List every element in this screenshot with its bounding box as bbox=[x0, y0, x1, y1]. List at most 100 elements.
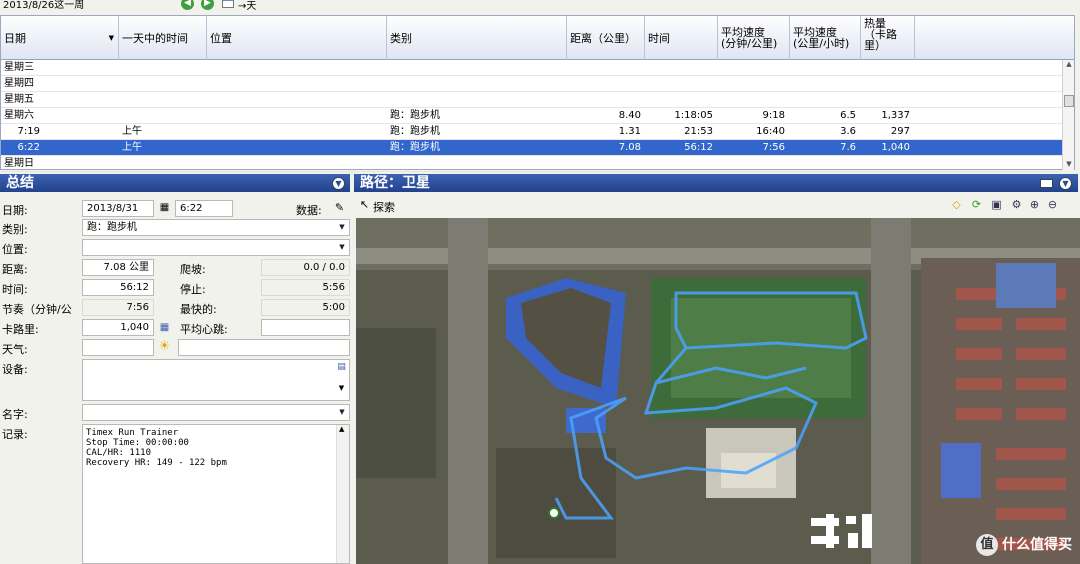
table-row[interactable]: 星期日 bbox=[1, 156, 1062, 172]
table-row[interactable]: 星期三 bbox=[1, 60, 1062, 76]
avg-heart-rate-label: 平均心跳: bbox=[180, 323, 228, 336]
column-header-label: 位置 bbox=[210, 31, 232, 45]
notes-scrollbar[interactable]: ▲ bbox=[336, 425, 349, 563]
table-row[interactable]: 6:22 上午 跑：跑步机 7.08 56:12 7:56 7.6 1,040 bbox=[1, 140, 1062, 156]
table-row[interactable]: 星期五 bbox=[1, 92, 1062, 108]
dropdown-arrow-icon[interactable]: ▼ bbox=[335, 240, 349, 255]
cell-date: 星期五 bbox=[4, 94, 34, 105]
data-label: 数据: bbox=[296, 204, 322, 217]
duration-field[interactable]: 56:12 bbox=[82, 279, 154, 296]
refresh-icon[interactable]: ⟳ bbox=[970, 198, 983, 211]
collapse-route-icon[interactable]: ▼ bbox=[1059, 177, 1072, 190]
cell-distance: 1.31 bbox=[618, 126, 641, 137]
distance-field[interactable]: 7.08 公里 bbox=[82, 259, 154, 276]
category-label: 类别: bbox=[2, 223, 28, 236]
cell-date: 7:19 bbox=[17, 126, 40, 137]
climb-label: 爬坡: bbox=[180, 263, 206, 276]
satellite-imagery bbox=[356, 218, 1080, 564]
scroll-up-icon[interactable]: ▲ bbox=[339, 425, 344, 433]
window-icon[interactable] bbox=[1040, 179, 1053, 188]
next-week-icon[interactable]: ▶ bbox=[201, 0, 214, 10]
collapse-summary-icon[interactable]: ▼ bbox=[332, 177, 345, 190]
stop-label: 停止: bbox=[180, 283, 206, 296]
sort-arrow-icon: ▼ bbox=[108, 34, 114, 42]
cell-distance: 7.08 bbox=[618, 142, 641, 153]
week-label: 2013/8/26这一周 bbox=[3, 0, 85, 11]
column-header-label: 类别 bbox=[390, 31, 412, 45]
sun-icon[interactable]: ☀ bbox=[158, 340, 171, 353]
scroll-down-icon[interactable]: ▼ bbox=[1063, 160, 1075, 170]
weather-field[interactable] bbox=[82, 339, 154, 356]
calculator-icon[interactable]: ▦ bbox=[158, 321, 171, 334]
zoom-out-icon[interactable]: ⊖ bbox=[1046, 198, 1059, 211]
start-time-field[interactable]: 6:22 bbox=[175, 200, 233, 217]
header-line: (分钟/公里) bbox=[721, 37, 778, 50]
cell-speed: 7.6 bbox=[840, 142, 856, 153]
notes-label: 记录: bbox=[2, 428, 28, 441]
pace-label: 节奏（分钟/公 bbox=[2, 303, 72, 316]
scroll-up-icon[interactable]: ▲ bbox=[1063, 60, 1075, 70]
edit-pencil-icon[interactable]: ✎ bbox=[333, 201, 346, 214]
route-title: 路径：卫星 bbox=[360, 175, 430, 191]
date-label: 日期: bbox=[2, 204, 28, 217]
satellite-map[interactable]: 值什么值得买 bbox=[356, 218, 1080, 564]
table-row[interactable]: 7:19 上午 跑：跑步机 1.31 21:53 16:40 3.6 297 bbox=[1, 124, 1062, 140]
column-header-time-of-day[interactable]: 一天中的时间 bbox=[119, 16, 207, 60]
weather-notes-field[interactable] bbox=[178, 339, 350, 356]
zoom-in-icon[interactable]: ⊕ bbox=[1028, 198, 1041, 211]
equipment-field[interactable]: ▤ ▼ bbox=[82, 359, 350, 401]
map-toolbar: ↖ 探索 ◇ ⟳ ▣ ⚙ ⊕ ⊖ bbox=[354, 196, 1080, 216]
dropdown-arrow-icon[interactable]: ▼ bbox=[335, 220, 349, 235]
cell-category: 跑：跑步机 bbox=[390, 110, 440, 121]
previous-week-icon[interactable]: ◀ bbox=[181, 0, 194, 10]
summary-panel-header: 总结 ▼ bbox=[0, 174, 350, 192]
cell-tod: 上午 bbox=[122, 126, 142, 137]
dropdown-arrow-icon[interactable]: ▼ bbox=[335, 405, 349, 420]
name-label: 名字: bbox=[2, 408, 28, 421]
location-select[interactable]: ▼ bbox=[82, 239, 350, 256]
settings-icon[interactable]: ⚙ bbox=[1010, 198, 1023, 211]
header-line: 里） bbox=[864, 39, 886, 52]
explore-label[interactable]: 探索 bbox=[373, 199, 395, 215]
cell-time: 21:53 bbox=[684, 126, 713, 137]
cell-category: 跑：跑步机 bbox=[390, 142, 440, 153]
column-header-date[interactable]: 日期 ▼ bbox=[1, 16, 119, 60]
scroll-thumb[interactable] bbox=[1064, 95, 1074, 107]
table-row[interactable]: 星期六 跑：跑步机 8.40 1:18:05 9:18 6.5 1,337 bbox=[1, 108, 1062, 124]
summary-title: 总结 bbox=[6, 175, 34, 191]
notes-textarea[interactable]: Timex Run Trainer Stop Time: 00:00:00 CA… bbox=[82, 424, 350, 564]
column-header-calories[interactable]: 热量 （卡路 里） bbox=[861, 16, 915, 60]
category-select[interactable]: 跑：跑步机 ▼ bbox=[82, 219, 350, 236]
header-line: (公里/小时) bbox=[793, 37, 850, 50]
avg-heart-rate-field[interactable] bbox=[261, 319, 350, 336]
stop-field: 5:56 bbox=[261, 279, 350, 296]
column-header-distance[interactable]: 距离（公里） bbox=[567, 16, 645, 60]
column-header-duration[interactable]: 时间 bbox=[645, 16, 718, 60]
dropdown-arrow-icon[interactable]: ▼ bbox=[335, 382, 348, 395]
calendar-icon[interactable] bbox=[222, 0, 234, 8]
date-field[interactable]: 2013/8/31 bbox=[82, 200, 154, 217]
table-row[interactable]: 星期四 bbox=[1, 76, 1062, 92]
fastest-label: 最快的: bbox=[180, 303, 217, 316]
go-to-day-link[interactable]: →天 bbox=[238, 0, 256, 12]
location-label: 位置: bbox=[2, 243, 28, 256]
column-header-speed[interactable]: 平均速度 (公里/小时) bbox=[790, 16, 861, 60]
cell-distance: 8.40 bbox=[618, 110, 641, 121]
calories-field[interactable]: 1,040 bbox=[82, 319, 154, 336]
grid-scrollbar[interactable]: ▲ ▼ bbox=[1062, 60, 1074, 170]
equipment-list-icon[interactable]: ▤ bbox=[335, 361, 348, 374]
summary-panel: 总结 ▼ 日期: 2013/8/31 ▦ 6:22 数据: ✎ 类别: 跑：跑步… bbox=[0, 174, 352, 564]
cell-pace: 9:18 bbox=[762, 110, 785, 121]
diamond-icon[interactable]: ◇ bbox=[950, 198, 963, 211]
save-icon[interactable]: ▣ bbox=[990, 198, 1003, 211]
column-header-pace[interactable]: 平均速度 (分钟/公里) bbox=[718, 16, 790, 60]
name-select[interactable]: ▼ bbox=[82, 404, 350, 421]
cursor-icon[interactable]: ↖ bbox=[358, 198, 371, 211]
cell-date: 星期三 bbox=[4, 62, 34, 73]
weather-label: 天气: bbox=[2, 343, 28, 356]
column-header-location[interactable]: 位置 bbox=[207, 16, 387, 60]
cell-speed: 6.5 bbox=[840, 110, 856, 121]
watermark-logo-icon: 值 bbox=[976, 534, 998, 556]
column-header-category[interactable]: 类别 bbox=[387, 16, 567, 60]
calendar-icon[interactable]: ▦ bbox=[158, 201, 171, 214]
